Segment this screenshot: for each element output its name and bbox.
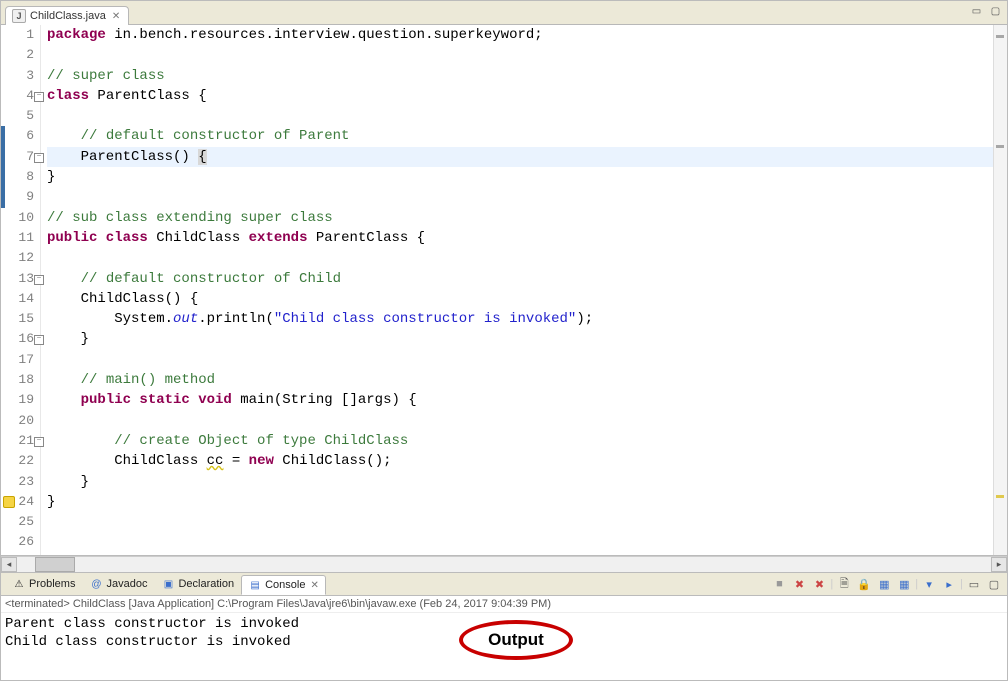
code-line[interactable]: System.out.println("Child class construc… [47,309,993,329]
open-console-icon[interactable]: ▸ [940,575,958,593]
code-line[interactable]: // super class [47,66,993,86]
java-file-icon: J [12,9,26,23]
console-output[interactable]: Parent class constructor is invoked Chil… [1,613,1007,653]
scroll-right-button[interactable]: ▸ [991,557,1007,572]
code-line[interactable]: // default constructor of Child [47,269,993,289]
scroll-left-button[interactable]: ◂ [1,557,17,572]
code-line[interactable]: public static void main(String []args) { [47,390,993,410]
tab-console[interactable]: ▤ Console ✕ [241,575,326,595]
display-selected-console-icon[interactable]: ▾ [920,575,938,593]
line-number: 9 [1,187,40,207]
line-number: 3 [1,66,40,86]
minimize-view-icon[interactable]: ▭ [965,575,983,593]
console-icon: ▤ [248,578,262,592]
declaration-icon: ▣ [161,577,175,591]
close-icon[interactable]: ✕ [310,580,318,591]
code-line[interactable] [47,350,993,370]
maximize-view-icon[interactable]: ▢ [985,575,1003,593]
line-number: 14 [1,289,40,309]
line-number: 25 [1,512,40,532]
remove-launch-icon[interactable]: ✖ [790,575,808,593]
javadoc-icon: @ [89,577,103,591]
code-line[interactable]: ChildClass cc = new ChildClass(); [47,451,993,471]
code-line[interactable] [47,187,993,207]
line-number: 13 [1,269,40,289]
code-line[interactable]: // create Object of type ChildClass [47,431,993,451]
editor-tab[interactable]: J ChildClass.java ✕ [5,6,129,25]
line-number: 21 [1,431,40,451]
maximize-icon[interactable]: ▢ [988,4,1003,18]
console-toolbar: ■ ✖ ✖ | 🗎 🔒 ▦ ▦ | ▾ ▸ | ▭ ▢ [770,575,1003,593]
line-number: 24 [1,492,40,512]
code-line[interactable]: } [47,167,993,187]
line-number: 15 [1,309,40,329]
code-line[interactable]: ParentClass() { [47,147,993,167]
code-line[interactable]: } [47,492,993,512]
bottom-view-tabbar: ⚠ Problems @ Javadoc ▣ Declaration ▤ Con… [1,572,1007,596]
code-line[interactable]: } [47,472,993,492]
clear-console-icon[interactable]: 🗎 [835,575,853,593]
code-line[interactable]: // default constructor of Parent [47,126,993,146]
line-number: 19 [1,390,40,410]
line-number: 26 [1,532,40,552]
line-number: 16 [1,329,40,349]
tab-declaration[interactable]: ▣ Declaration [154,574,241,594]
console-status: <terminated> ChildClass [Java Applicatio… [1,596,1007,613]
line-number-gutter: 1234567891011121314151617181920212223242… [1,25,41,555]
problems-icon: ⚠ [12,577,26,591]
remove-all-icon[interactable]: ✖ [810,575,828,593]
console-view: <terminated> ChildClass [Java Applicatio… [1,596,1007,680]
editor-tabbar-controls: ▭ ▢ [969,4,1003,18]
code-line[interactable]: package in.bench.resources.interview.que… [47,25,993,45]
code-body[interactable]: package in.bench.resources.interview.que… [41,25,993,555]
code-line[interactable]: class ParentClass { [47,86,993,106]
line-number: 20 [1,411,40,431]
pin-console-icon[interactable]: ▦ [895,575,913,593]
line-number: 6 [1,126,40,146]
code-line[interactable]: // sub class extending super class [47,208,993,228]
line-number: 17 [1,350,40,370]
code-line[interactable] [47,411,993,431]
editor-tab-label: ChildClass.java [30,10,106,22]
minimize-icon[interactable]: ▭ [969,4,984,18]
overview-ruler[interactable] [993,25,1007,555]
tab-label: Javadoc [106,578,147,590]
scroll-lock-icon[interactable]: 🔒 [855,575,873,593]
line-number: 1 [1,25,40,45]
line-number: 22 [1,451,40,471]
tab-label: Problems [29,578,75,590]
terminate-icon[interactable]: ■ [770,575,788,593]
line-number: 2 [1,45,40,65]
line-number: 18 [1,370,40,390]
line-number: 11 [1,228,40,248]
tab-javadoc[interactable]: @ Javadoc [82,574,154,594]
show-console-icon[interactable]: ▦ [875,575,893,593]
line-number: 12 [1,248,40,268]
tab-label: Console [265,579,305,591]
code-line[interactable]: // main() method [47,370,993,390]
code-editor[interactable]: 1234567891011121314151617181920212223242… [1,25,1007,556]
close-icon[interactable]: ✕ [112,11,120,22]
editor-tab-bar: J ChildClass.java ✕ ▭ ▢ [1,1,1007,25]
line-number: 4 [1,86,40,106]
line-number: 5 [1,106,40,126]
line-number: 10 [1,208,40,228]
code-line[interactable] [47,248,993,268]
code-line[interactable] [47,45,993,65]
code-line[interactable] [47,106,993,126]
code-line[interactable]: } [47,329,993,349]
tab-problems[interactable]: ⚠ Problems [5,574,82,594]
line-number: 7 [1,147,40,167]
horizontal-scrollbar[interactable]: ◂ ▸ [1,556,1007,572]
code-line[interactable]: public class ChildClass extends ParentCl… [47,228,993,248]
scroll-thumb[interactable] [35,557,75,572]
code-line[interactable]: ChildClass() { [47,289,993,309]
line-number: 8 [1,167,40,187]
line-number: 23 [1,472,40,492]
tab-label: Declaration [178,578,234,590]
